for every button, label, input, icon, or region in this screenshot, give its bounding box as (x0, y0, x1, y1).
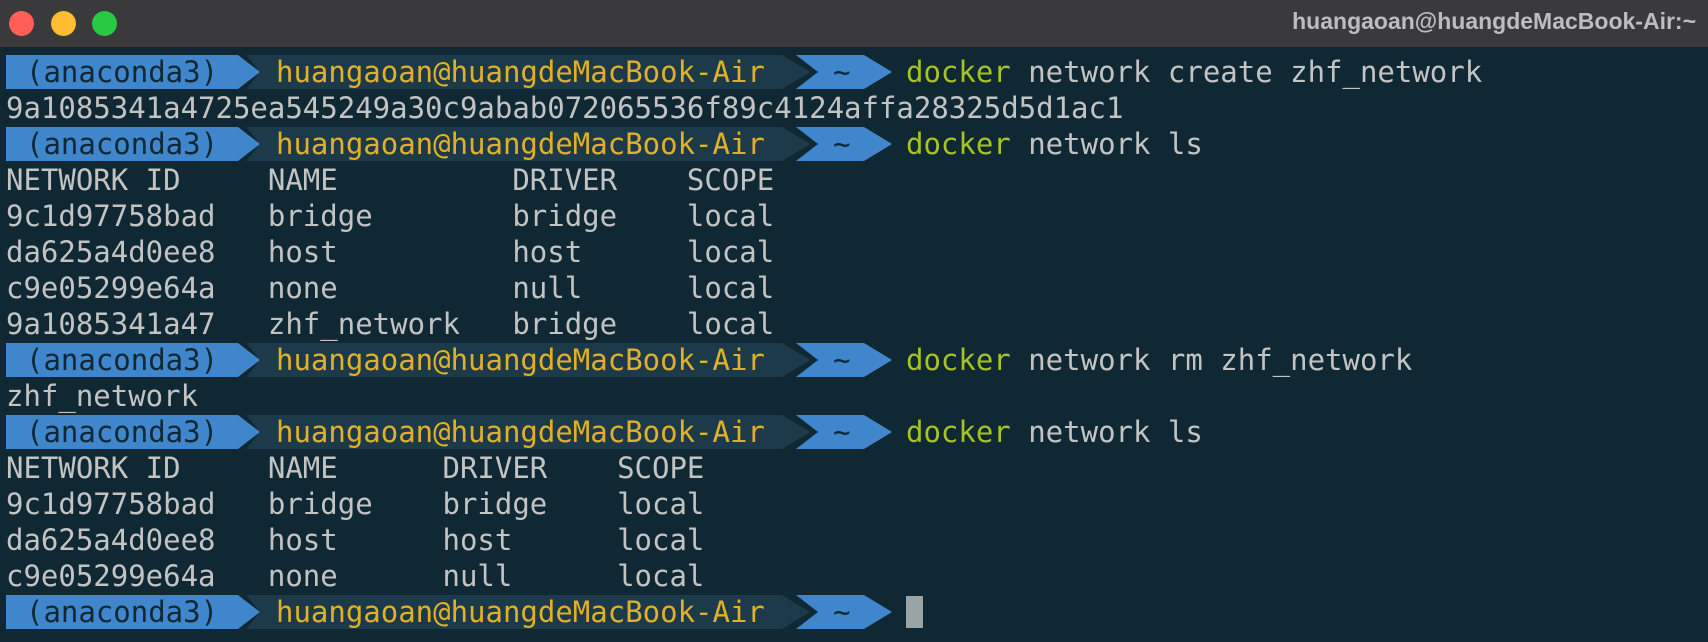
output-text: da625a4d0ee8 host host local (6, 523, 705, 557)
output-text: c9e05299e64a none null local (6, 271, 775, 305)
output-line: c9e05299e64a none null local (0, 270, 1708, 306)
prompt-env-label: (anaconda3) (26, 343, 219, 377)
prompt-dir-label: ~ (833, 343, 851, 377)
output-text: 9a1085341a47 zhf_network bridge local (6, 307, 775, 341)
command-name: docker (906, 415, 1011, 449)
output-line: da625a4d0ee8 host host local (0, 522, 1708, 558)
close-button[interactable] (9, 11, 34, 36)
prompt-line: (anaconda3) huangaoan@huangdeMacBook-Air ~ (0, 594, 1708, 630)
terminal-output[interactable]: (anaconda3) huangaoan@huangdeMacBook-Air ~… (0, 54, 1708, 630)
command-text: docker network ls (906, 414, 1203, 450)
title-bar: huangaoan@huangdeMacBook-Air:~ (0, 0, 1708, 48)
output-line: da625a4d0ee8 host host local (0, 234, 1708, 270)
output-line: zhf_network (0, 378, 1708, 414)
prompt-env-label: (anaconda3) (26, 55, 219, 89)
command-args: network create zhf_network (1010, 55, 1483, 89)
output-line: 9c1d97758bad bridge bridge local (0, 198, 1708, 234)
command-name: docker (906, 55, 1011, 89)
output-line: 9a1085341a47 zhf_network bridge local (0, 306, 1708, 342)
window-title: huangaoan@huangdeMacBook-Air:~ (1292, 8, 1696, 34)
prompt-user-label: huangaoan@huangdeMacBook-Air (276, 343, 765, 377)
output-text: 9c1d97758bad bridge bridge local (6, 199, 775, 233)
text-cursor[interactable] (906, 596, 923, 628)
prompt-line: (anaconda3) huangaoan@huangdeMacBook-Air ~… (0, 414, 1708, 450)
output-line: c9e05299e64a none null local (0, 558, 1708, 594)
command-args: network rm zhf_network (1010, 343, 1413, 377)
output-text: zhf_network (6, 379, 199, 413)
prompt-env-label: (anaconda3) (26, 127, 219, 161)
prompt-line: (anaconda3) huangaoan@huangdeMacBook-Air ~… (0, 126, 1708, 162)
output-line: 9a1085341a4725ea545249a30c9abab072065536… (0, 90, 1708, 126)
output-text: c9e05299e64a none null local (6, 559, 705, 593)
prompt-env-label: (anaconda3) (26, 415, 219, 449)
output-text: da625a4d0ee8 host host local (6, 235, 775, 269)
output-line: 9c1d97758bad bridge bridge local (0, 486, 1708, 522)
command-args: network ls (1010, 127, 1203, 161)
prompt-dir-label: ~ (833, 55, 851, 89)
output-text: NETWORK ID NAME DRIVER SCOPE (6, 451, 705, 485)
command-args: network ls (1010, 415, 1203, 449)
prompt-user-label: huangaoan@huangdeMacBook-Air (276, 127, 765, 161)
command-text: docker network create zhf_network (906, 54, 1482, 90)
command-text: docker network ls (906, 126, 1203, 162)
command-name: docker (906, 127, 1011, 161)
command-name: docker (906, 343, 1011, 377)
output-text: 9a1085341a4725ea545249a30c9abab072065536… (6, 91, 1124, 125)
prompt-user-label: huangaoan@huangdeMacBook-Air (276, 55, 765, 89)
output-line: NETWORK ID NAME DRIVER SCOPE (0, 450, 1708, 486)
terminal-window: huangaoan@huangdeMacBook-Air:~ (anaconda… (0, 0, 1708, 642)
prompt-line: (anaconda3) huangaoan@huangdeMacBook-Air ~… (0, 54, 1708, 90)
prompt-user-label: huangaoan@huangdeMacBook-Air (276, 595, 765, 629)
minimize-button[interactable] (51, 11, 76, 36)
prompt-env-label: (anaconda3) (26, 595, 219, 629)
zoom-button[interactable] (92, 11, 117, 36)
output-line: NETWORK ID NAME DRIVER SCOPE (0, 162, 1708, 198)
prompt-dir-label: ~ (833, 595, 851, 629)
prompt-dir-label: ~ (833, 127, 851, 161)
command-text: docker network rm zhf_network (906, 342, 1412, 378)
output-text: NETWORK ID NAME DRIVER SCOPE (6, 163, 775, 197)
output-text: 9c1d97758bad bridge bridge local (6, 487, 705, 521)
prompt-user-label: huangaoan@huangdeMacBook-Air (276, 415, 765, 449)
prompt-dir-label: ~ (833, 415, 851, 449)
prompt-line: (anaconda3) huangaoan@huangdeMacBook-Air ~… (0, 342, 1708, 378)
